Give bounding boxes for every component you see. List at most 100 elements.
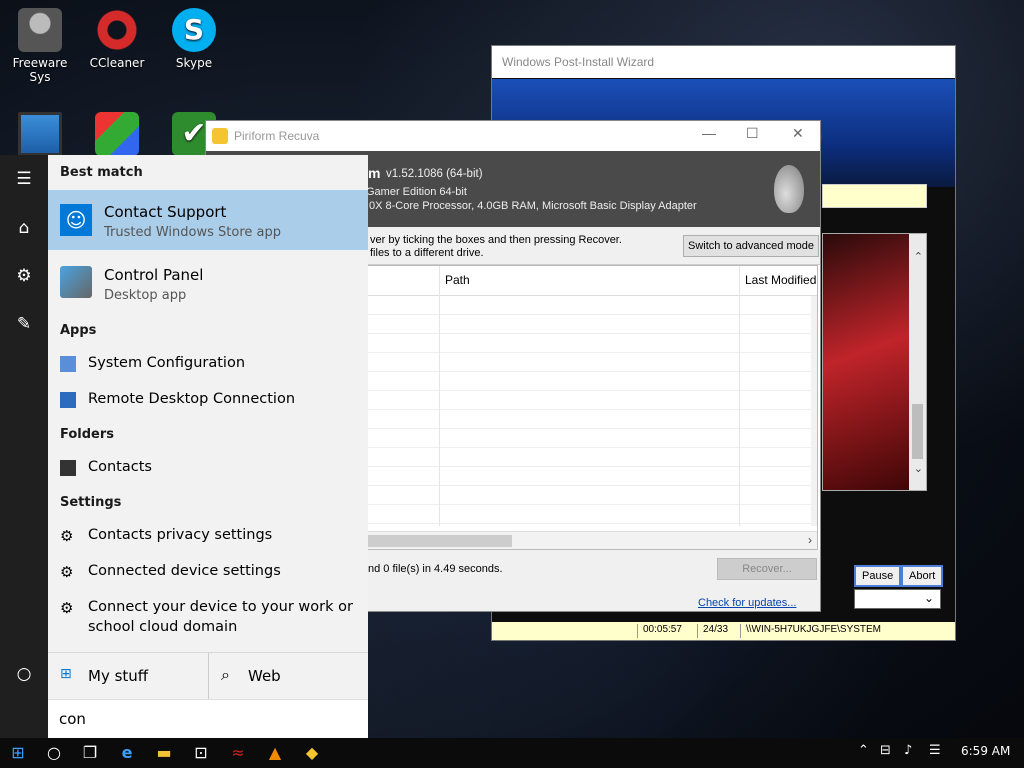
- result-label: System Configuration: [88, 355, 246, 371]
- edge-browser-icon[interactable]: e: [115, 741, 139, 765]
- instructions-line-2: files to a different drive.: [370, 247, 484, 259]
- tab-web[interactable]: ⌕ Web: [209, 653, 368, 699]
- gear-icon: ⚙: [60, 527, 74, 545]
- close-icon[interactable]: ✕: [792, 125, 804, 142]
- wizard-title: Windows Post-Install Wizard: [492, 46, 955, 78]
- freeware-sys-icon: [18, 8, 62, 52]
- cortana-circle-icon[interactable]: ○: [42, 741, 66, 765]
- windows-logo-icon: ⊞: [60, 666, 72, 682]
- volume-muted-icon[interactable]: ♪: [904, 743, 912, 758]
- result-label: Contacts: [88, 459, 152, 475]
- tab-my-stuff[interactable]: ⊞ My stuff: [48, 653, 208, 699]
- recover-button[interactable]: Recover...: [717, 558, 817, 580]
- scroll-right-icon[interactable]: ›: [808, 533, 812, 547]
- vlc-cone-icon[interactable]: ▲: [263, 741, 287, 765]
- result-title: Contact Support: [104, 203, 227, 221]
- result-label-line-2: school cloud domain: [88, 619, 238, 635]
- column-last-modified[interactable]: Last Modified: [745, 273, 816, 287]
- version-text: v1.52.1086 (64-bit): [386, 168, 483, 180]
- result-label: Contacts privacy settings: [88, 527, 273, 543]
- power-circle-icon[interactable]: ○: [12, 662, 36, 686]
- search-icon: ⌕: [221, 665, 230, 684]
- desktop-icon-freeware-sys[interactable]: Freeware Sys: [2, 8, 78, 84]
- recuva-app-icon: [212, 128, 228, 144]
- scroll-up-icon[interactable]: ⌃: [914, 250, 923, 263]
- taskbar: ⊞ ○ ❐ e ▬ ⊡ ≈ ▲ ◆ ⌃ ⊟ ♪ ☰ 6:59 AM: [0, 738, 1024, 768]
- chevron-down-icon: ⌄: [923, 591, 934, 605]
- contact-support-icon: ☺: [60, 204, 92, 236]
- skype-icon: S: [172, 8, 216, 52]
- recuva-title: Piriform Recuva: [234, 129, 320, 143]
- result-label-line-1: Connect your device to your work or: [88, 599, 353, 615]
- start-menu-rail: ☰ ⌂ ⚙ ✎ ○: [0, 155, 48, 738]
- desktop-icon-cubes[interactable]: [79, 112, 155, 160]
- gear-icon: ⚙: [60, 563, 74, 581]
- desktop-icon-label: Freeware Sys: [12, 56, 68, 84]
- result-control-panel[interactable]: Control Panel Desktop app: [48, 256, 368, 312]
- minimize-icon[interactable]: —: [702, 125, 716, 141]
- home-icon[interactable]: ⌂: [12, 216, 36, 240]
- contacts-folder-icon: [60, 460, 76, 476]
- desktop-icon-label: CCleaner: [89, 56, 145, 70]
- action-center-icon[interactable]: ☰: [929, 743, 941, 758]
- result-subtitle: Desktop app: [104, 288, 187, 303]
- desktop-icon-computer[interactable]: [2, 112, 78, 160]
- scan-result-text: nd 0 file(s) in 4.49 seconds.: [368, 563, 503, 575]
- pear-logo-icon: [774, 165, 804, 213]
- desktop-icon-label: Skype: [175, 56, 213, 70]
- section-settings: Settings: [60, 495, 122, 510]
- column-divider: [439, 266, 440, 526]
- start-button-windows-icon[interactable]: ⊞: [6, 741, 30, 765]
- wizard-info-field[interactable]: [822, 184, 927, 208]
- pause-button[interactable]: Pause: [854, 565, 902, 587]
- result-contact-support[interactable]: ☺ Contact Support Trusted Windows Store …: [48, 190, 368, 250]
- recuva-taskbar-icon[interactable]: ◆: [300, 741, 324, 765]
- remote-desktop-icon: [60, 392, 76, 408]
- column-path[interactable]: Path: [445, 273, 470, 287]
- system-config-icon: [60, 356, 76, 372]
- result-subtitle: Trusted Windows Store app: [104, 225, 281, 240]
- table-vertical-scrollbar[interactable]: [811, 296, 817, 526]
- search-results-panel: Best match ☺ Contact Support Trusted Win…: [48, 155, 368, 738]
- result-label: Connected device settings: [88, 563, 281, 579]
- advanced-mode-button[interactable]: Switch to advanced mode: [683, 235, 819, 257]
- section-best-match: Best match: [60, 165, 143, 180]
- hardware-info: 0X 8-Core Processor, 4.0GB RAM, Microsof…: [369, 200, 697, 212]
- os-info: Gamer Edition 64-bit: [366, 186, 467, 198]
- app-name-fragment: m: [368, 165, 381, 181]
- gear-icon[interactable]: ⚙: [12, 264, 36, 288]
- wizard-dropdown[interactable]: ⌄: [854, 589, 941, 609]
- maximize-icon[interactable]: ☐: [746, 125, 759, 142]
- file-explorer-icon[interactable]: ▬: [152, 741, 176, 765]
- search-input[interactable]: con: [48, 699, 368, 738]
- status-path: \\WIN-5H7UKJGJFE\SYSTEM: [740, 624, 881, 638]
- task-view-icon[interactable]: ❐: [78, 741, 102, 765]
- recuva-titlebar[interactable]: Piriform Recuva — ☐ ✕: [206, 121, 820, 151]
- desktop-icon-skype[interactable]: S Skype: [156, 8, 232, 70]
- search-scope-tabs: ⊞ My stuff ⌕ Web: [48, 653, 368, 699]
- cubes-icon: [95, 112, 139, 156]
- ccleaner-icon: [95, 8, 139, 52]
- column-divider: [739, 266, 740, 526]
- check-updates-link[interactable]: Check for updates...: [698, 597, 796, 609]
- gear-icon: ⚙: [60, 599, 74, 617]
- rog-icon[interactable]: ≈: [226, 741, 250, 765]
- result-title: Control Panel: [104, 266, 204, 284]
- network-icon[interactable]: ⊟: [880, 743, 891, 758]
- chevron-up-icon[interactable]: ⌃: [858, 743, 869, 758]
- monitor-icon: [18, 112, 62, 156]
- abort-button[interactable]: Abort: [901, 565, 944, 587]
- hamburger-menu-icon[interactable]: ☰: [12, 167, 36, 191]
- section-apps: Apps: [60, 323, 97, 338]
- feedback-icon[interactable]: ✎: [12, 312, 36, 336]
- wizard-scrollbar[interactable]: [909, 234, 926, 490]
- instructions-line-1: ver by ticking the boxes and then pressi…: [370, 234, 622, 246]
- desktop-icon-ccleaner[interactable]: CCleaner: [79, 8, 155, 70]
- control-panel-icon: [60, 266, 92, 298]
- store-icon[interactable]: ⊡: [189, 741, 213, 765]
- scroll-thumb[interactable]: [912, 404, 923, 459]
- scroll-down-icon[interactable]: ⌄: [914, 462, 923, 475]
- tab-label: Web: [248, 667, 281, 685]
- clock[interactable]: 6:59 AM: [961, 744, 1010, 758]
- status-progress: 24/33: [697, 624, 728, 638]
